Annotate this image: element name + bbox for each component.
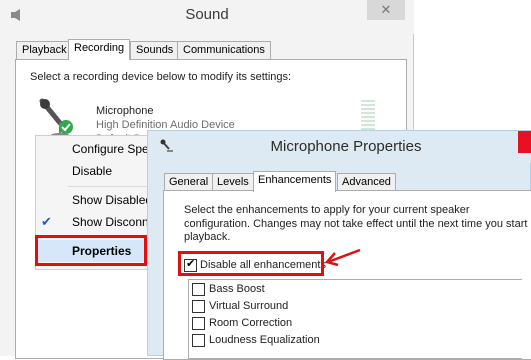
room-correction-checkbox[interactable]: [192, 317, 205, 330]
virtual-surround-label[interactable]: Virtual Surround: [209, 300, 288, 312]
properties-titlebar: Microphone Properties: [148, 131, 531, 163]
highlight-box-properties: [35, 235, 147, 266]
room-correction-label[interactable]: Room Correction: [209, 317, 292, 329]
annotation-arrow-icon: [324, 248, 361, 267]
highlight-box-disable-all: [178, 251, 324, 276]
checkmark-icon: ✔: [41, 214, 52, 229]
tab-levels[interactable]: Levels: [212, 173, 254, 191]
tab-communications[interactable]: Communications: [177, 41, 271, 59]
tab-advanced[interactable]: Advanced: [337, 173, 396, 191]
sound-titlebar: Sound ✕: [0, 0, 414, 34]
window-title: Sound: [185, 6, 229, 23]
menu-item-configure[interactable]: Configure Speech Recognition: [36, 138, 235, 160]
device-name[interactable]: Microphone: [96, 105, 153, 117]
close-button[interactable]: ✕: [367, 0, 405, 20]
virtual-surround-checkbox[interactable]: [192, 300, 205, 313]
tab-sounds[interactable]: Sounds: [130, 41, 180, 59]
close-button[interactable]: [518, 131, 531, 153]
enhancements-description: Select the enhancements to apply for you…: [184, 204, 528, 243]
microphone-small-icon: [160, 139, 174, 153]
microphone-icon: [36, 97, 76, 137]
loudness-equalization-label[interactable]: Loudness Equalization: [209, 334, 320, 346]
bass-boost-checkbox[interactable]: [192, 283, 205, 296]
bass-boost-label[interactable]: Bass Boost: [209, 283, 265, 295]
menu-item-show-disconnected[interactable]: ✔ Show Disconnected Devices: [36, 211, 224, 233]
microphone-properties-window: Microphone Properties General Levels Enh…: [147, 130, 531, 360]
tab-playback[interactable]: Playback: [16, 41, 73, 59]
menu-item-show-disabled[interactable]: Show Disabled Devices: [36, 189, 198, 211]
menu-separator: [68, 186, 154, 187]
enhancements-list: Bass Boost Virtual Surround Room Correct…: [188, 279, 522, 359]
loudness-equalization-checkbox[interactable]: [192, 334, 205, 347]
properties-title: Microphone Properties: [270, 138, 422, 155]
menu-item-label: Disable: [72, 164, 113, 178]
instruction-text: Select a recording device below to modif…: [30, 71, 292, 83]
menu-item-disable[interactable]: Disable: [36, 160, 155, 182]
tab-general[interactable]: General: [164, 173, 214, 191]
tab-recording[interactable]: Recording: [68, 39, 131, 60]
tab-enhancements[interactable]: Enhancements: [253, 171, 337, 192]
